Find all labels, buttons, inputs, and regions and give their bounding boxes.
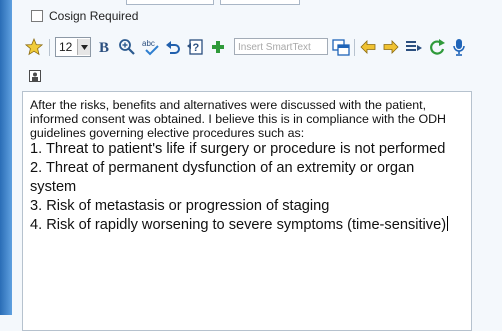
help-icon[interactable]: ?: [185, 36, 205, 58]
svg-text:?: ?: [193, 42, 200, 54]
smarttext-input[interactable]: Insert SmartText: [234, 38, 328, 55]
microphone-icon[interactable]: [450, 36, 468, 58]
note-list-item: 1. Threat to patient's life if surgery o…: [30, 141, 446, 157]
top-field-2[interactable]: [220, 0, 300, 5]
note-editor[interactable]: After the risks, benefits and alternativ…: [22, 91, 472, 331]
window-edge: [0, 0, 12, 315]
patient-picture-icon[interactable]: [29, 70, 41, 82]
cosign-label: Cosign Required: [49, 9, 139, 23]
svg-text:B: B: [99, 40, 109, 55]
note-list-item-text: 4. Risk of rapidly worsening to severe s…: [30, 217, 447, 233]
refresh-icon[interactable]: [427, 36, 447, 58]
cosign-row[interactable]: Cosign Required: [31, 9, 138, 23]
font-size-select[interactable]: 12: [55, 37, 91, 57]
note-list-item: 2. Threat of permanent dysfunction of an…: [30, 160, 415, 195]
spellcheck-icon[interactable]: abc: [140, 36, 162, 58]
editor-toolbar: 12 B abc ? Insert SmartText: [22, 36, 482, 58]
note-list-item: 3. Risk of metastasis or progression of …: [30, 198, 330, 214]
undo-icon[interactable]: [164, 36, 182, 58]
font-size-value: 12: [59, 40, 73, 54]
next-arrow-icon[interactable]: [381, 36, 401, 58]
top-field-1[interactable]: [126, 0, 214, 5]
bold-icon[interactable]: B: [96, 36, 114, 58]
toolbar-separator: [354, 39, 355, 56]
list-insert-icon[interactable]: [404, 36, 424, 58]
toolbar-separator: [49, 39, 50, 56]
cosign-checkbox[interactable]: [31, 10, 43, 22]
smartlist-icon[interactable]: [331, 36, 351, 58]
zoom-icon[interactable]: [117, 36, 137, 58]
svg-text:abc: abc: [142, 39, 155, 48]
chevron-down-icon[interactable]: [77, 39, 90, 55]
text-caret: [447, 216, 449, 231]
note-list-item-last: 4. Risk of rapidly worsening to severe s…: [30, 216, 460, 235]
star-icon[interactable]: [24, 36, 44, 58]
note-intro: After the risks, benefits and alternativ…: [30, 98, 446, 140]
add-icon[interactable]: [209, 36, 227, 58]
previous-arrow-icon[interactable]: [358, 36, 378, 58]
